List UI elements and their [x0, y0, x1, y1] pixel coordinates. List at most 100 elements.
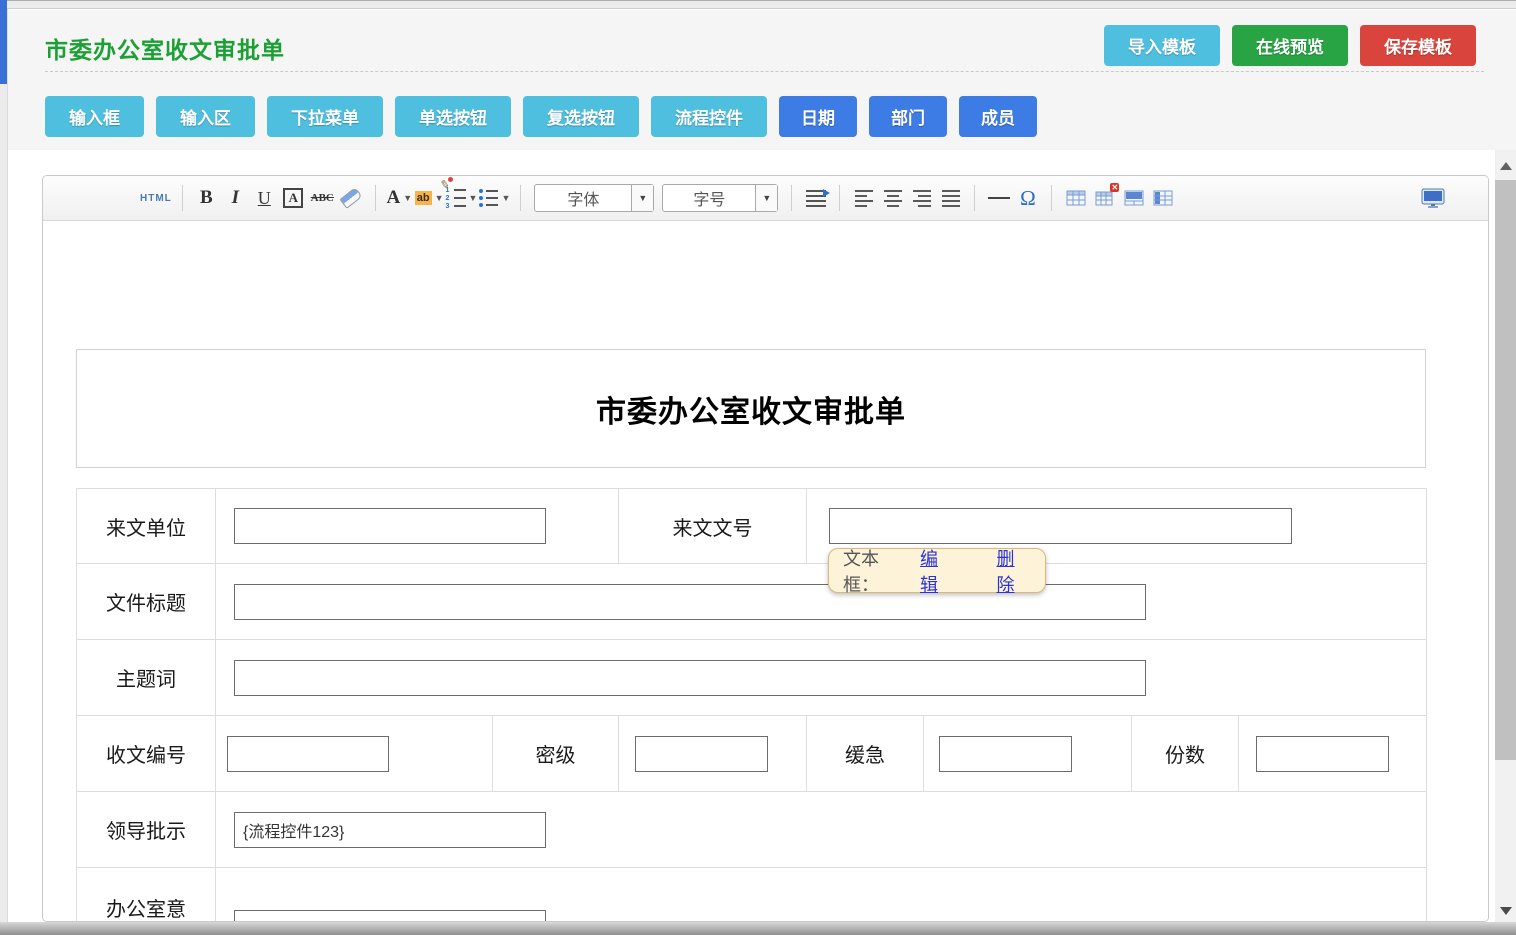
scrollbar-thumb[interactable]	[1495, 180, 1516, 760]
table-properties-button[interactable]	[1149, 182, 1176, 214]
page-title: 市委办公室收文审批单	[45, 31, 285, 65]
toolbar-separator	[182, 185, 183, 211]
table-row: 文件标题	[77, 564, 1427, 640]
insert-dropdown-button[interactable]: 下拉菜单	[267, 96, 383, 137]
table-cell-icon	[1124, 190, 1144, 206]
online-preview-button[interactable]: 在线预览	[1232, 25, 1348, 66]
align-center-button[interactable]	[879, 182, 906, 214]
field-label-wenjian-biaoti: 文件标题	[77, 564, 216, 640]
chevron-down-icon: ▼	[403, 193, 412, 203]
scroll-down-arrow-icon[interactable]	[1500, 907, 1512, 915]
tooltip-edit-link[interactable]: 编辑	[920, 545, 955, 597]
font-size-select[interactable]: 字号 ▼	[662, 184, 778, 212]
window-bottom-edge	[0, 922, 1516, 935]
table-cell-button[interactable]	[1120, 182, 1147, 214]
insert-input-button[interactable]: 输入框	[45, 96, 144, 137]
zhutici-input[interactable]	[234, 660, 1146, 696]
form-table: 来文单位 来文文号 文件标题 主题词 收文编号 密级	[76, 488, 1427, 921]
special-char-button[interactable]: Ω	[1014, 182, 1041, 214]
editor-canvas[interactable]: 市委办公室收文审批单 来文单位 来文文号 文件标题 主	[43, 221, 1488, 921]
insert-department-button[interactable]: 部门	[869, 96, 947, 137]
align-left-button[interactable]	[850, 182, 877, 214]
field-label-zhutici: 主题词	[77, 640, 216, 716]
save-template-button[interactable]: 保存模板	[1360, 25, 1476, 66]
fenshu-input[interactable]	[1256, 736, 1389, 772]
align-left-icon	[855, 190, 873, 207]
chevron-down-icon: ▼	[501, 193, 510, 203]
table-properties-icon	[1153, 190, 1173, 206]
field-label-fenshu: 份数	[1132, 716, 1239, 792]
chevron-down-icon: ▼	[631, 185, 653, 211]
table-row: 收文编号 密级 缓急 份数	[77, 716, 1427, 792]
font-family-select[interactable]: 字体 ▼	[534, 184, 654, 212]
insert-checkbox-button[interactable]: 复选按钮	[523, 96, 639, 137]
table-insert-button[interactable]	[1062, 182, 1089, 214]
rich-text-editor: HTML B I U A ABC A▼ ab ✎ ▼ 1 2 3	[42, 175, 1489, 922]
field-label-bangongshi-yijian: 办公室意见	[77, 868, 216, 922]
font-family-value: 字体	[535, 185, 631, 211]
font-color-icon: A	[386, 187, 400, 209]
laiwen-danwei-input[interactable]	[234, 508, 546, 544]
format-block-button[interactable]: A	[280, 182, 307, 214]
window-top-edge	[0, 0, 1516, 9]
toolbar-separator	[839, 185, 840, 211]
monitor-icon	[1421, 188, 1445, 208]
unordered-list-icon	[479, 189, 498, 207]
bangongshi-yijian-input[interactable]	[234, 910, 546, 922]
chevron-down-icon: ▼	[755, 185, 777, 211]
tooltip-label: 文本框：	[843, 545, 912, 597]
field-label-laiwen-danwei: 来文单位	[77, 489, 216, 564]
chevron-down-icon: ▼	[469, 193, 478, 203]
insert-flow-control-button[interactable]: 流程控件	[651, 96, 767, 137]
align-right-icon	[913, 190, 931, 207]
dashed-divider	[45, 71, 1484, 72]
field-label-miji: 密级	[493, 716, 619, 792]
indent-button[interactable]	[802, 182, 829, 214]
highlight-icon: ab	[415, 191, 432, 205]
lingdao-pishi-input[interactable]	[234, 812, 546, 848]
insert-radio-button[interactable]: 单选按钮	[395, 96, 511, 137]
miji-input[interactable]	[635, 736, 768, 772]
bold-button[interactable]: B	[193, 182, 220, 214]
table-delete-icon	[1095, 190, 1115, 206]
horizontal-rule-button[interactable]	[985, 182, 1012, 214]
align-justify-button[interactable]	[937, 182, 964, 214]
toolbar-separator	[791, 185, 792, 211]
remove-format-button[interactable]	[338, 182, 365, 214]
unordered-list-button[interactable]: ▼	[479, 182, 510, 214]
insert-member-button[interactable]: 成员	[959, 96, 1037, 137]
insert-textarea-button[interactable]: 输入区	[156, 96, 255, 137]
font-color-button[interactable]: A▼	[386, 182, 413, 214]
source-code-button[interactable]: HTML	[140, 182, 172, 214]
italic-button[interactable]: I	[222, 182, 249, 214]
import-template-button[interactable]: 导入模板	[1104, 25, 1220, 66]
control-buttons-row: 输入框 输入区 下拉菜单 单选按钮 复选按钮 流程控件 日期 部门 成员	[45, 96, 1037, 137]
highlight-color-button[interactable]: ab ✎ ▼	[415, 182, 444, 214]
fullscreen-button[interactable]	[1419, 182, 1446, 214]
shouwen-bianhao-input[interactable]	[227, 736, 389, 772]
table-delete-button[interactable]: ✕	[1091, 182, 1118, 214]
align-right-button[interactable]	[908, 182, 935, 214]
align-justify-icon	[942, 190, 960, 207]
editor-toolbar: HTML B I U A ABC A▼ ab ✎ ▼ 1 2 3	[43, 176, 1488, 221]
ordered-list-button[interactable]: 1 2 3 ▼	[446, 182, 478, 214]
table-insert-icon	[1066, 190, 1086, 206]
boxed-a-icon: A	[283, 188, 303, 208]
insert-date-button[interactable]: 日期	[779, 96, 857, 137]
toolbar-separator	[375, 185, 376, 211]
form-title-box: 市委办公室收文审批单	[76, 349, 1426, 468]
eraser-icon	[340, 187, 363, 209]
left-gutter	[0, 0, 8, 935]
underline-button[interactable]: U	[251, 182, 278, 214]
strikethrough-button[interactable]: ABC	[309, 182, 336, 214]
field-label-laiwen-wenhao: 来文文号	[619, 489, 807, 564]
huanji-input[interactable]	[939, 736, 1072, 772]
horizontal-rule-icon	[988, 197, 1010, 199]
scroll-up-arrow-icon[interactable]	[1500, 162, 1512, 170]
header: 市委办公室收文审批单 导入模板 在线预览 保存模板 输入框 输入区 下拉菜单 单…	[8, 10, 1516, 150]
laiwen-wenhao-input[interactable]	[829, 508, 1292, 544]
toolbar-separator	[974, 185, 975, 211]
vertical-scrollbar[interactable]	[1495, 150, 1516, 935]
tooltip-delete-link[interactable]: 删除	[997, 545, 1032, 597]
table-row: 办公室意见	[77, 868, 1427, 922]
